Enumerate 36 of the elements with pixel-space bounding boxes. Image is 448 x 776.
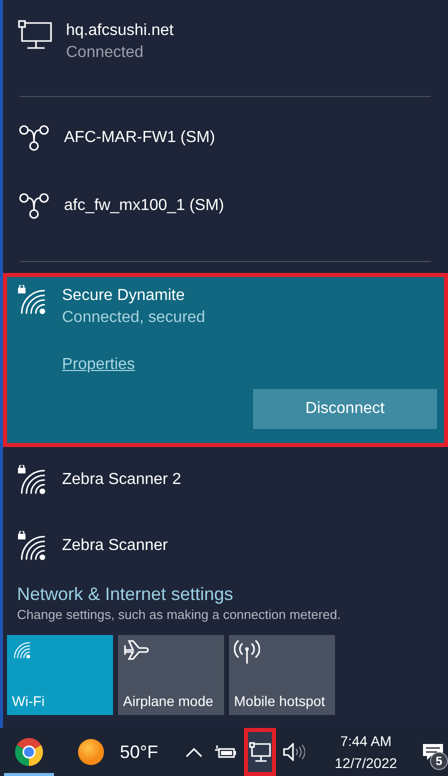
network-name: Secure Dynamite bbox=[62, 286, 186, 306]
link-icon bbox=[18, 192, 50, 220]
sun-icon bbox=[78, 739, 104, 765]
network-name: AFC-MAR-FW1 (SM) bbox=[64, 128, 216, 148]
network-item[interactable]: Zebra Scanner 2 bbox=[3, 447, 448, 513]
network-status: Connected bbox=[66, 43, 144, 63]
chevron-icon bbox=[185, 746, 204, 758]
quick-action-tile[interactable]: Mobile hotspot bbox=[229, 635, 335, 715]
settings-description: Change settings, such as making a connection metered. bbox=[17, 606, 342, 624]
settings-link[interactable]: Network & Internet settings bbox=[17, 582, 234, 606]
monitor-icon bbox=[18, 20, 52, 50]
network-status: Connected, secured bbox=[62, 308, 206, 328]
antenna-icon bbox=[234, 639, 260, 665]
network-item[interactable]: AFC-MAR-FW1 (SM) bbox=[3, 104, 448, 172]
airplane-icon bbox=[123, 639, 149, 661]
network-name: Zebra Scanner bbox=[62, 536, 169, 556]
network-name: Zebra Scanner 2 bbox=[62, 470, 182, 490]
network-item[interactable]: hq.afcsushi.net Connected bbox=[3, 0, 448, 96]
disconnect-button[interactable]: Disconnect bbox=[253, 389, 437, 429]
network-item[interactable]: Secure Dynamite Connected, secured Properties Disconnect bbox=[3, 273, 448, 447]
notification-button[interactable]: 5 bbox=[418, 728, 448, 776]
monitor-icon bbox=[249, 742, 272, 762]
tray-icon-button[interactable] bbox=[244, 728, 276, 776]
notification-count: 5 bbox=[430, 752, 448, 770]
weather-widget[interactable]: 50°F bbox=[78, 728, 158, 776]
properties-link[interactable]: Properties bbox=[62, 353, 135, 377]
network-name: afc_fw_mx100_1 (SM) bbox=[64, 196, 226, 216]
network-item[interactable]: afc_fw_mx100_1 (SM) bbox=[3, 172, 448, 240]
speaker-icon bbox=[283, 743, 306, 761]
battery-icon bbox=[215, 744, 238, 760]
link-icon bbox=[18, 124, 50, 152]
clock[interactable]: 7:44 AM 12/7/2022 bbox=[332, 728, 400, 776]
browser-icon bbox=[12, 736, 45, 768]
network-name: hq.afcsushi.net bbox=[66, 21, 175, 41]
quick-action-tile[interactable]: Airplane mode bbox=[118, 635, 224, 715]
network-item[interactable]: Zebra Scanner bbox=[3, 513, 448, 579]
